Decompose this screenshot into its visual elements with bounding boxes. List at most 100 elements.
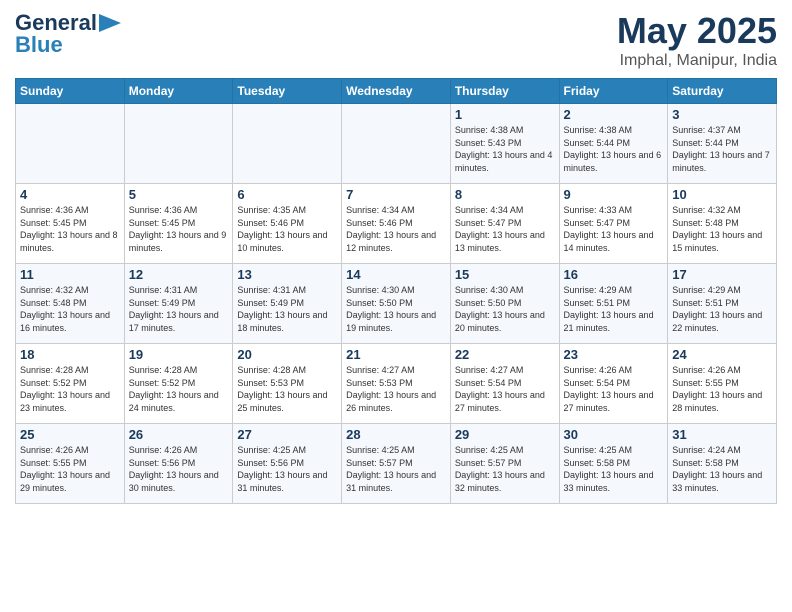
day-number: 15 xyxy=(455,267,555,282)
day-info: Sunrise: 4:29 AM Sunset: 5:51 PM Dayligh… xyxy=(564,284,664,334)
day-info: Sunrise: 4:28 AM Sunset: 5:52 PM Dayligh… xyxy=(129,364,229,414)
logo-arrow-icon xyxy=(99,14,121,32)
calendar-cell: 1 Sunrise: 4:38 AM Sunset: 5:43 PM Daylig… xyxy=(450,104,559,184)
calendar-cell: 16 Sunrise: 4:29 AM Sunset: 5:51 PM Dayli… xyxy=(559,264,668,344)
calendar-cell: 10 Sunrise: 4:32 AM Sunset: 5:48 PM Dayli… xyxy=(668,184,777,264)
header-row: Sunday Monday Tuesday Wednesday Thursday… xyxy=(16,79,777,104)
day-info: Sunrise: 4:32 AM Sunset: 5:48 PM Dayligh… xyxy=(672,204,772,254)
day-number: 10 xyxy=(672,187,772,202)
calendar-cell: 9 Sunrise: 4:33 AM Sunset: 5:47 PM Daylig… xyxy=(559,184,668,264)
day-info: Sunrise: 4:27 AM Sunset: 5:53 PM Dayligh… xyxy=(346,364,446,414)
day-info: Sunrise: 4:34 AM Sunset: 5:47 PM Dayligh… xyxy=(455,204,555,254)
calendar-cell: 21Sunrise: 4:27 AM Sunset: 5:53 PM Dayli… xyxy=(342,344,451,424)
calendar-cell: 13 Sunrise: 4:31 AM Sunset: 5:49 PM Dayli… xyxy=(233,264,342,344)
calendar-cell: 18Sunrise: 4:28 AM Sunset: 5:52 PM Dayli… xyxy=(16,344,125,424)
day-info: Sunrise: 4:38 AM Sunset: 5:44 PM Dayligh… xyxy=(564,124,664,174)
calendar-cell: 7 Sunrise: 4:34 AM Sunset: 5:46 PM Daylig… xyxy=(342,184,451,264)
calendar-cell: 2 Sunrise: 4:38 AM Sunset: 5:44 PM Daylig… xyxy=(559,104,668,184)
week-row-2: 4Sunrise: 4:36 AM Sunset: 5:45 PM Daylig… xyxy=(16,184,777,264)
calendar-cell: 22 Sunrise: 4:27 AM Sunset: 5:54 PM Dayli… xyxy=(450,344,559,424)
day-number: 5 xyxy=(129,187,229,202)
day-number: 7 xyxy=(346,187,446,202)
day-number: 1 xyxy=(455,107,555,122)
col-wednesday: Wednesday xyxy=(342,79,451,104)
calendar-cell: 20 Sunrise: 4:28 AM Sunset: 5:53 PM Dayli… xyxy=(233,344,342,424)
day-number: 13 xyxy=(237,267,337,282)
calendar-cell: 8 Sunrise: 4:34 AM Sunset: 5:47 PM Daylig… xyxy=(450,184,559,264)
day-info: Sunrise: 4:24 AM Sunset: 5:58 PM Dayligh… xyxy=(672,444,772,494)
day-number: 30 xyxy=(564,427,664,442)
month-title: May 2025 xyxy=(617,10,777,52)
calendar-cell: 14 Sunrise: 4:30 AM Sunset: 5:50 PM Dayli… xyxy=(342,264,451,344)
day-number: 16 xyxy=(564,267,664,282)
calendar-cell: 30 Sunrise: 4:25 AM Sunset: 5:58 PM Dayli… xyxy=(559,424,668,504)
page-container: General Blue May 2025 Imphal, Manipur, I… xyxy=(0,0,792,509)
day-info: Sunrise: 4:36 AM Sunset: 5:45 PM Dayligh… xyxy=(20,204,120,254)
calendar-table: Sunday Monday Tuesday Wednesday Thursday… xyxy=(15,78,777,504)
day-info: Sunrise: 4:31 AM Sunset: 5:49 PM Dayligh… xyxy=(237,284,337,334)
day-info: Sunrise: 4:28 AM Sunset: 5:53 PM Dayligh… xyxy=(237,364,337,414)
col-thursday: Thursday xyxy=(450,79,559,104)
calendar-cell: 28Sunrise: 4:25 AM Sunset: 5:57 PM Dayli… xyxy=(342,424,451,504)
day-number: 25 xyxy=(20,427,120,442)
day-info: Sunrise: 4:29 AM Sunset: 5:51 PM Dayligh… xyxy=(672,284,772,334)
day-number: 8 xyxy=(455,187,555,202)
calendar-cell: 23Sunrise: 4:26 AM Sunset: 5:54 PM Dayli… xyxy=(559,344,668,424)
calendar-cell: 25 Sunrise: 4:26 AM Sunset: 5:55 PM Dayli… xyxy=(16,424,125,504)
day-info: Sunrise: 4:37 AM Sunset: 5:44 PM Dayligh… xyxy=(672,124,772,174)
day-info: Sunrise: 4:26 AM Sunset: 5:54 PM Dayligh… xyxy=(564,364,664,414)
day-number: 6 xyxy=(237,187,337,202)
day-info: Sunrise: 4:30 AM Sunset: 5:50 PM Dayligh… xyxy=(346,284,446,334)
day-info: Sunrise: 4:32 AM Sunset: 5:48 PM Dayligh… xyxy=(20,284,120,334)
col-saturday: Saturday xyxy=(668,79,777,104)
calendar-cell: 12Sunrise: 4:31 AM Sunset: 5:49 PM Dayli… xyxy=(124,264,233,344)
calendar-cell xyxy=(16,104,125,184)
day-info: Sunrise: 4:25 AM Sunset: 5:58 PM Dayligh… xyxy=(564,444,664,494)
day-info: Sunrise: 4:27 AM Sunset: 5:54 PM Dayligh… xyxy=(455,364,555,414)
day-info: Sunrise: 4:33 AM Sunset: 5:47 PM Dayligh… xyxy=(564,204,664,254)
col-monday: Monday xyxy=(124,79,233,104)
calendar-cell: 3 Sunrise: 4:37 AM Sunset: 5:44 PM Daylig… xyxy=(668,104,777,184)
col-friday: Friday xyxy=(559,79,668,104)
day-number: 12 xyxy=(129,267,229,282)
day-number: 18 xyxy=(20,347,120,362)
day-number: 22 xyxy=(455,347,555,362)
calendar-header: Sunday Monday Tuesday Wednesday Thursday… xyxy=(16,79,777,104)
calendar-cell: 26Sunrise: 4:26 AM Sunset: 5:56 PM Dayli… xyxy=(124,424,233,504)
day-info: Sunrise: 4:25 AM Sunset: 5:57 PM Dayligh… xyxy=(455,444,555,494)
calendar-cell: 19 Sunrise: 4:28 AM Sunset: 5:52 PM Dayli… xyxy=(124,344,233,424)
calendar-cell: 17 Sunrise: 4:29 AM Sunset: 5:51 PM Dayli… xyxy=(668,264,777,344)
calendar-cell: 27 Sunrise: 4:25 AM Sunset: 5:56 PM Dayli… xyxy=(233,424,342,504)
day-info: Sunrise: 4:30 AM Sunset: 5:50 PM Dayligh… xyxy=(455,284,555,334)
week-row-3: 11 Sunrise: 4:32 AM Sunset: 5:48 PM Dayli… xyxy=(16,264,777,344)
day-number: 14 xyxy=(346,267,446,282)
day-info: Sunrise: 4:35 AM Sunset: 5:46 PM Dayligh… xyxy=(237,204,337,254)
calendar-cell: 11 Sunrise: 4:32 AM Sunset: 5:48 PM Dayli… xyxy=(16,264,125,344)
title-section: May 2025 Imphal, Manipur, India xyxy=(617,10,777,70)
week-row-4: 18 Sunrise: 4:28 AM Sunset: 5:52 PM Dayli… xyxy=(16,344,777,424)
day-number: 2 xyxy=(564,107,664,122)
day-info: Sunrise: 4:26 AM Sunset: 5:55 PM Dayligh… xyxy=(20,444,120,494)
col-sunday: Sunday xyxy=(16,79,125,104)
day-number: 24 xyxy=(672,347,772,362)
day-number: 3 xyxy=(672,107,772,122)
day-number: 9 xyxy=(564,187,664,202)
calendar-cell: 24 Sunrise: 4:26 AM Sunset: 5:55 PM Dayli… xyxy=(668,344,777,424)
day-info: Sunrise: 4:36 AM Sunset: 5:45 PM Dayligh… xyxy=(129,204,229,254)
day-number: 17 xyxy=(672,267,772,282)
calendar-cell: 15 Sunrise: 4:30 AM Sunset: 5:50 PM Dayli… xyxy=(450,264,559,344)
calendar-cell xyxy=(233,104,342,184)
day-info: Sunrise: 4:38 AM Sunset: 5:43 PM Dayligh… xyxy=(455,124,555,174)
day-info: Sunrise: 4:26 AM Sunset: 5:56 PM Dayligh… xyxy=(129,444,229,494)
day-info: Sunrise: 4:25 AM Sunset: 5:56 PM Dayligh… xyxy=(237,444,337,494)
calendar-cell: 5 Sunrise: 4:36 AM Sunset: 5:45 PM Daylig… xyxy=(124,184,233,264)
day-number: 20 xyxy=(237,347,337,362)
calendar-cell: 31 Sunrise: 4:24 AM Sunset: 5:58 PM Dayli… xyxy=(668,424,777,504)
day-number: 19 xyxy=(129,347,229,362)
day-info: Sunrise: 4:34 AM Sunset: 5:46 PM Dayligh… xyxy=(346,204,446,254)
day-info: Sunrise: 4:26 AM Sunset: 5:55 PM Dayligh… xyxy=(672,364,772,414)
day-number: 31 xyxy=(672,427,772,442)
day-number: 28 xyxy=(346,427,446,442)
day-number: 11 xyxy=(20,267,120,282)
day-number: 27 xyxy=(237,427,337,442)
